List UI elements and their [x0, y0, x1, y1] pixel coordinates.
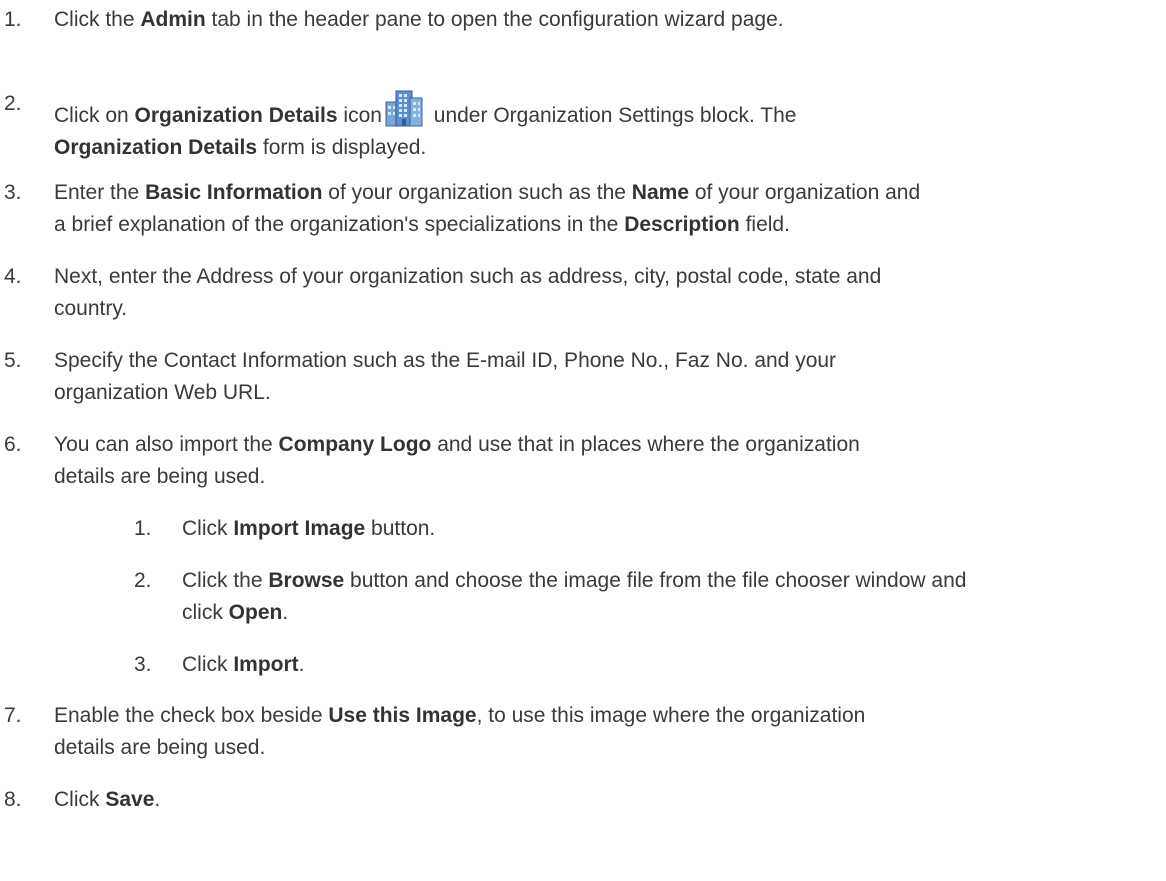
step-text: Click Import Image button. [182, 517, 436, 540]
step-number: 2. [4, 92, 22, 115]
step-number: 7. [4, 704, 22, 727]
document: 1. Click the Admin tab in the header pan… [0, 0, 1166, 881]
step-text: Click on Organization Details icon under… [54, 88, 1154, 164]
step-text: Enable the check box beside Use this Ima… [54, 704, 866, 759]
step-text: Click Save. [54, 788, 161, 811]
step-text: Next, enter the Address of your organiza… [54, 265, 882, 320]
step-text: You can also import the Company Logo and… [54, 433, 860, 488]
step-number: 5. [4, 349, 22, 372]
admin-tab-ref: Admin [140, 8, 206, 31]
step-number: 3. [4, 181, 22, 204]
step-number: 8. [4, 788, 22, 811]
step-text: Click the Admin tab in the header pane t… [54, 8, 784, 31]
step-number: 2. [134, 569, 152, 592]
step-number: 3. [134, 653, 152, 676]
building-icon [384, 88, 424, 128]
step-number: 4. [4, 265, 22, 288]
step-number: 1. [134, 517, 152, 540]
step-number: 1. [4, 8, 22, 31]
step-text: Specify the Contact Information such as … [54, 349, 837, 404]
step-text: Enter the Basic Information of your orga… [54, 181, 921, 236]
step-number: 6. [4, 433, 22, 456]
step-text: Click Import. [182, 653, 305, 676]
step-text: Click the Browse button and choose the i… [182, 569, 967, 624]
